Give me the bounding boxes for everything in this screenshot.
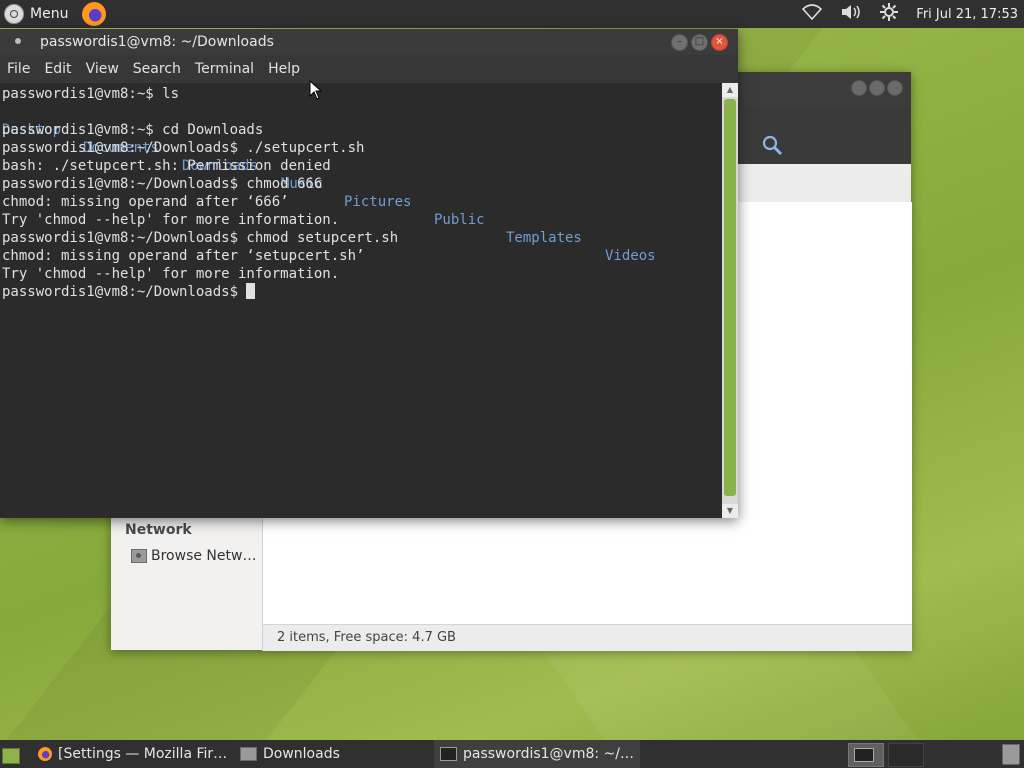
taskbar-item-firefox[interactable]: [Settings — Mozilla Fir… [36, 740, 234, 768]
workspace-window-thumb [854, 748, 874, 762]
folder-icon [240, 747, 257, 761]
terminal-line: Try 'chmod --help' for more information. [2, 266, 340, 282]
terminal-line: passwordis1@vm8:~$ cd Downloads [2, 122, 264, 138]
taskbar-item-label: passwordis1@vm8: ~/… [463, 746, 635, 762]
sidebar-heading-network: Network [125, 522, 192, 538]
menu-label: Menu [30, 6, 69, 22]
top-panel: Menu Fri Jul 21, 17:53 [0, 0, 1024, 28]
window-menu-icon[interactable] [15, 38, 21, 44]
terminal-titlebar[interactable]: passwordis1@vm8: ~/Downloads – □ × [0, 29, 738, 55]
terminal-line: chmod: missing operand after ‘666’ [2, 194, 289, 210]
taskbar-item-downloads[interactable]: Downloads [236, 740, 430, 768]
network-drive-icon [131, 549, 147, 563]
terminal-icon [440, 747, 457, 761]
dir-templates: Templates [506, 230, 582, 246]
terminal-line: chmod: missing operand after ‘setupcert.… [2, 248, 365, 264]
terminal-line: passwordis1@vm8:~/Downloads$ chmod 666 [2, 176, 323, 192]
menu-icon [4, 4, 24, 24]
terminal-prompt-line[interactable]: passwordis1@vm8:~/Downloads$ [2, 283, 256, 301]
sidebar-item-browse-network[interactable]: Browse Netw… [131, 548, 256, 564]
trash-icon[interactable] [1002, 744, 1020, 765]
workspace-switcher-1[interactable] [848, 743, 884, 767]
taskbar-item-terminal[interactable]: passwordis1@vm8: ~/… [434, 740, 640, 768]
taskbar-item-label: [Settings — Mozilla Fir… [58, 746, 228, 762]
status-bar: 2 items, Free space: 4.7 GB [262, 624, 912, 651]
scroll-down-arrow-icon[interactable]: ▼ [722, 504, 738, 518]
menu-file[interactable]: File [0, 61, 37, 77]
scroll-up-arrow-icon[interactable]: ▲ [722, 83, 738, 97]
minimize-button[interactable] [851, 80, 867, 96]
network-icon[interactable] [802, 4, 823, 24]
scrollbar[interactable]: ▲ ▼ [722, 83, 738, 518]
terminal-line: passwordis1@vm8:~/Downloads$ ./setupcert… [2, 140, 365, 156]
window-title: passwordis1@vm8: ~/Downloads [40, 34, 274, 50]
taskbar-item-label: Downloads [263, 746, 340, 762]
close-button[interactable] [887, 80, 903, 96]
maximize-button[interactable] [869, 80, 885, 96]
dir-videos: Videos [605, 248, 656, 264]
maximize-button[interactable]: □ [691, 34, 708, 51]
clock[interactable]: Fri Jul 21, 17:53 [916, 7, 1018, 22]
bottom-panel: [Settings — Mozilla Fir… Downloads passw… [0, 740, 1024, 768]
text-cursor [246, 283, 256, 299]
window-controls: – □ × [671, 34, 728, 51]
menu-bar: File Edit View Search Terminal Help [0, 55, 738, 83]
firefox-icon[interactable] [82, 2, 106, 26]
menu-terminal[interactable]: Terminal [188, 61, 261, 77]
menu-search[interactable]: Search [126, 61, 188, 77]
scroll-thumb[interactable] [724, 99, 736, 496]
menu-edit[interactable]: Edit [37, 61, 78, 77]
settings-icon[interactable] [880, 3, 899, 25]
menu-view[interactable]: View [79, 61, 126, 77]
menu-help[interactable]: Help [261, 61, 307, 77]
terminal-line: bash: ./setupcert.sh: Permission denied [2, 158, 331, 174]
dir-public: Public [434, 212, 485, 228]
minimize-button[interactable]: – [671, 34, 688, 51]
volume-icon[interactable] [840, 4, 862, 24]
sidebar-item-label: Browse Netw… [151, 548, 257, 564]
workspace-switcher-2[interactable] [888, 743, 924, 767]
terminal-line: Try 'chmod --help' for more information. [2, 212, 340, 228]
close-button[interactable]: × [711, 34, 728, 51]
terminal-output[interactable]: passwordis1@vm8:~$ ls Desktop Documents … [0, 83, 722, 518]
search-icon[interactable] [761, 134, 783, 161]
show-desktop-icon[interactable] [2, 748, 20, 764]
mouse-pointer-icon [309, 80, 323, 100]
firefox-icon [38, 747, 52, 761]
dir-pictures: Pictures [344, 194, 412, 210]
terminal-line: passwordis1@vm8:~/Downloads$ chmod setup… [2, 230, 399, 246]
menu-button[interactable]: Menu [4, 2, 68, 26]
terminal-window: passwordis1@vm8: ~/Downloads – □ × File … [0, 29, 738, 518]
ls-output-line: Desktop Documents Downloads Music Pictur… [2, 103, 720, 264]
sidebar: Network Browse Netw… [111, 518, 261, 624]
terminal-line: passwordis1@vm8:~$ ls [2, 86, 180, 102]
path-bar [737, 164, 911, 203]
system-tray: Fri Jul 21, 17:53 [802, 0, 1024, 28]
prompt: passwordis1@vm8:~/Downloads$ [2, 284, 247, 300]
status-text: 2 items, Free space: 4.7 GB [277, 630, 456, 645]
